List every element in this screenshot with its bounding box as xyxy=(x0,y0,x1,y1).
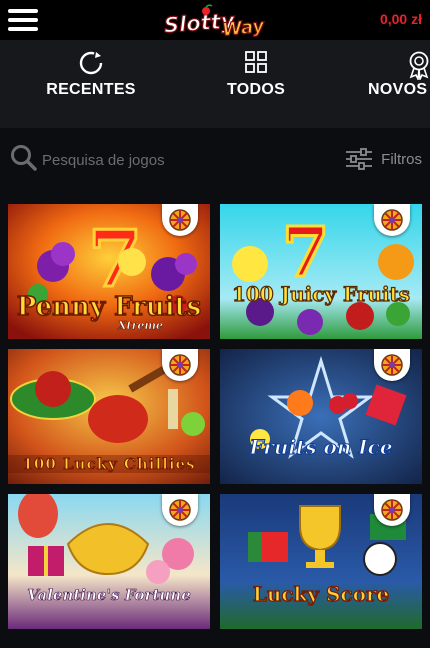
tab-novos-jogos[interactable]: NOVOS JOGOS xyxy=(362,40,430,128)
grid-icon xyxy=(245,51,267,73)
refresh-icon xyxy=(79,51,103,75)
tab-label: RECENTES xyxy=(46,81,136,98)
top-bar: SlottyWay Slotty Way 0,00 zł xyxy=(0,0,430,41)
game-title: Lucky Score xyxy=(252,581,390,606)
svg-text:Way: Way xyxy=(221,15,266,38)
category-nav: RECENTES TODOS NOVOS JOGOS xyxy=(0,40,430,128)
game-title: 100 Lucky Chillies xyxy=(8,455,210,474)
tab-label: TODOS xyxy=(226,81,286,98)
game-tile-valentines-fortune[interactable]: Valentine's Fortune xyxy=(8,494,210,629)
sliders-icon xyxy=(346,148,373,170)
search-icon[interactable] xyxy=(10,144,38,172)
award-icon xyxy=(409,51,429,80)
game-subtitle: Xtreme xyxy=(118,319,164,333)
game-tile-penny-fruits[interactable]: 7 Penny Fruits Xtreme xyxy=(8,204,210,339)
tab-recentes[interactable]: RECENTES xyxy=(36,40,146,128)
game-tile-100-juicy-fruits[interactable]: 7 100 Juicy Fruits xyxy=(220,204,422,339)
game-tile-fruits-on-ice[interactable]: Fruits on Ice xyxy=(220,349,422,484)
filters-label: Filtros xyxy=(381,150,422,168)
svg-text:7: 7 xyxy=(282,213,329,293)
search-bar: Filtros xyxy=(0,128,430,192)
logo[interactable]: SlottyWay Slotty Way xyxy=(160,4,272,41)
tab-todos[interactable]: TODOS xyxy=(206,40,306,128)
search-input[interactable] xyxy=(42,146,272,174)
tab-label: NOVOS JOGOS xyxy=(368,81,430,98)
game-title: 100 Juicy Fruits xyxy=(231,281,411,306)
menu-icon[interactable] xyxy=(8,7,38,33)
filters-button[interactable]: Filtros xyxy=(345,146,422,172)
game-title: Valentine's Fortune xyxy=(27,586,191,605)
balance[interactable]: 0,00 zł xyxy=(380,11,422,27)
game-tile-100-lucky-chillies[interactable]: 100 Lucky Chillies xyxy=(8,349,210,484)
game-title: Penny Fruits xyxy=(16,291,202,323)
game-tile-lucky-score[interactable]: Lucky Score xyxy=(220,494,422,629)
game-title: Fruits on Ice xyxy=(249,435,393,460)
games-grid: 7 Penny Fruits Xtreme 7 100 Juicy Fruits xyxy=(0,192,430,648)
